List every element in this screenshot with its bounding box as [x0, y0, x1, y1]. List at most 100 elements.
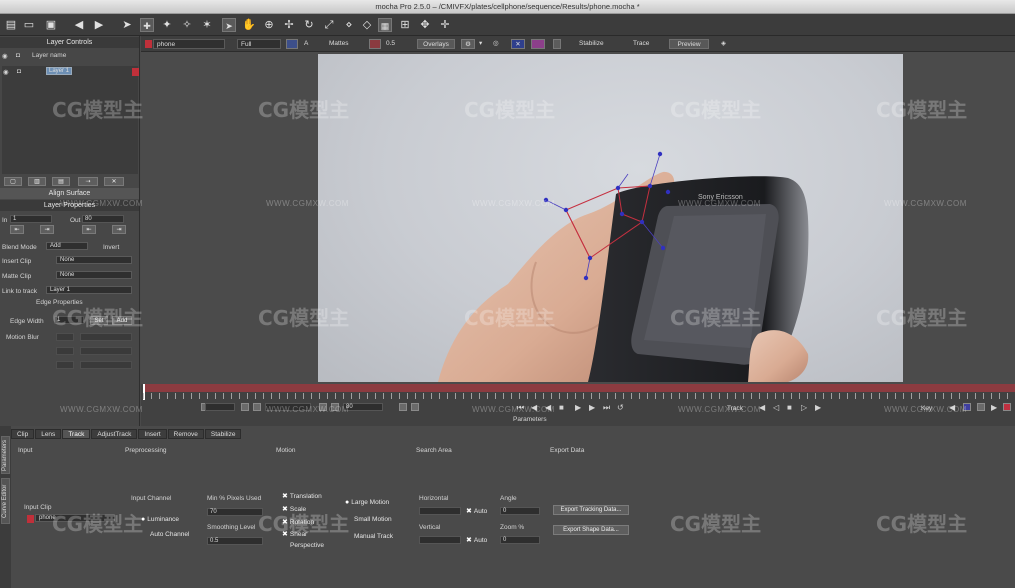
layer-lock-icon[interactable]: ◘: [17, 68, 21, 75]
horizontal-field[interactable]: [419, 507, 461, 515]
new-project-icon[interactable]: ▤: [4, 18, 18, 32]
input-clip-select[interactable]: phone: [35, 514, 115, 522]
add-edge-button[interactable]: Add: [112, 316, 132, 325]
rotation-checkbox[interactable]: ✖ Rotation: [282, 518, 314, 526]
set-in-button[interactable]: ⇤: [10, 225, 24, 234]
loop-icon[interactable]: ↺: [617, 403, 624, 412]
goto-start-icon[interactable]: ⏮: [517, 403, 524, 413]
current-frame-field[interactable]: 80: [343, 403, 383, 411]
angle-field[interactable]: 0: [500, 507, 540, 515]
keyframe-color-button[interactable]: [1003, 403, 1011, 411]
fit-range-button[interactable]: [399, 403, 407, 411]
set-in-point-button[interactable]: [241, 403, 249, 411]
play-forward-icon[interactable]: ▶: [575, 403, 581, 412]
perspective-tool-icon[interactable]: ◇: [360, 18, 374, 32]
add-layer-button[interactable]: ▢: [4, 177, 22, 186]
diamond-icon[interactable]: ◈: [721, 39, 731, 49]
zoom-field[interactable]: 0: [500, 536, 540, 544]
track-stop-icon[interactable]: ■: [787, 403, 792, 412]
play-backward-icon[interactable]: ◀: [545, 403, 551, 412]
matte-color-button[interactable]: [369, 39, 381, 49]
move-tool-icon[interactable]: ✥: [418, 18, 432, 32]
tab-remove[interactable]: Remove: [167, 429, 204, 439]
motion-blur-checkbox[interactable]: Motion Blur: [6, 334, 39, 341]
pointer-tool-icon[interactable]: ➤: [120, 18, 134, 32]
track-back-frame-icon[interactable]: ◁: [773, 403, 779, 412]
scale-tool-icon[interactable]: ⤢: [322, 18, 336, 32]
step-back-icon[interactable]: ◀: [531, 403, 537, 412]
export-shape-button[interactable]: Export Shape Data...: [553, 525, 629, 535]
timeline-ruler[interactable]: [143, 393, 1015, 399]
fit-all-button[interactable]: [411, 403, 419, 411]
set-edge-button[interactable]: Set: [90, 316, 108, 325]
add-xspline-icon[interactable]: ✦: [160, 18, 174, 32]
out-field[interactable]: 80: [82, 215, 124, 223]
track-forward-icon[interactable]: ▶: [815, 403, 821, 412]
min-pixels-field[interactable]: 70: [207, 508, 263, 516]
perspective-checkbox[interactable]: Perspective: [290, 542, 324, 549]
invert-checkbox[interactable]: Invert: [103, 244, 119, 251]
goto-end-icon[interactable]: ⏭: [603, 403, 610, 413]
horizontal-auto-checkbox[interactable]: ✖ Auto: [466, 507, 487, 515]
large-motion-radio[interactable]: ● Large Motion: [345, 499, 389, 506]
stop-icon[interactable]: ■: [559, 403, 564, 412]
link-to-track-select[interactable]: Layer 1: [46, 286, 132, 294]
lock-icon[interactable]: ◘: [16, 52, 20, 59]
overlay-options-button[interactable]: ⚙: [461, 39, 475, 49]
overlays-button[interactable]: Overlays: [417, 39, 455, 49]
preview-button[interactable]: Preview: [669, 39, 709, 49]
delete-key-button[interactable]: [977, 403, 985, 411]
side-tab-parameters[interactable]: Parameters: [1, 436, 10, 474]
luminance-radio[interactable]: ● Luminance: [141, 516, 179, 523]
add-key-button[interactable]: [963, 403, 971, 411]
add-bezier-icon[interactable]: ✶: [200, 18, 214, 32]
tab-insert[interactable]: Insert: [138, 429, 167, 439]
open-project-icon[interactable]: ▭: [22, 18, 36, 32]
in-field[interactable]: 1: [10, 215, 52, 223]
merge-layer-button[interactable]: ⇢: [78, 177, 98, 186]
small-motion-radio[interactable]: Small Motion: [354, 516, 392, 523]
translation-checkbox[interactable]: ✖ Translation: [282, 492, 322, 500]
tab-clip[interactable]: Clip: [11, 429, 35, 439]
layer-color-swatch[interactable]: [132, 68, 139, 76]
goto-out-button[interactable]: ⇥: [112, 225, 126, 234]
next-key-icon[interactable]: ▶: [991, 403, 997, 412]
tab-track[interactable]: Track: [62, 429, 91, 439]
edge-width-field[interactable]: 1: [54, 316, 84, 324]
trails-button[interactable]: [553, 39, 561, 49]
goto-out-point-button[interactable]: [331, 403, 339, 411]
surface-tool-icon[interactable]: ▦: [378, 18, 392, 32]
select-tool-icon[interactable]: ➤: [222, 18, 236, 32]
view-color-button[interactable]: [286, 39, 298, 49]
snapshot-icon[interactable]: ◎: [493, 39, 505, 49]
range-field[interactable]: [265, 403, 311, 411]
rotate-tool-icon[interactable]: ↻: [302, 18, 316, 32]
shear-tool-icon[interactable]: ⋄: [342, 18, 356, 32]
layer-visibility-icon[interactable]: ◉: [3, 68, 9, 76]
trace-button[interactable]: Trace: [633, 39, 659, 49]
visibility-icon[interactable]: ◉: [2, 52, 8, 60]
export-tracking-button[interactable]: Export Tracking Data...: [553, 505, 629, 515]
auto-channel-radio[interactable]: Auto Channel: [150, 531, 189, 538]
layer-settings-button[interactable]: ▤: [52, 177, 70, 186]
side-tab-curve-editor[interactable]: Curve Editor: [1, 478, 10, 524]
insert-clip-select[interactable]: None: [56, 256, 132, 264]
opacity-value[interactable]: 0.5: [386, 39, 402, 49]
shear-checkbox[interactable]: ✖ Shear: [282, 530, 307, 538]
mattes-label[interactable]: Mattes: [329, 39, 359, 49]
blend-mode-select[interactable]: Add: [46, 242, 88, 250]
track-backward-icon[interactable]: ◀: [759, 403, 765, 412]
save-project-icon[interactable]: ▣: [44, 18, 58, 32]
duplicate-layer-button[interactable]: ▥: [28, 177, 46, 186]
scale-checkbox[interactable]: ✖ Scale: [282, 505, 306, 513]
grid-tool-icon[interactable]: ⊞: [398, 18, 412, 32]
prev-key-icon[interactable]: ◀: [949, 403, 955, 412]
in-point-field[interactable]: [205, 403, 235, 411]
grid-overlay-button[interactable]: ✕: [511, 39, 525, 49]
undo-icon[interactable]: ◀: [72, 18, 86, 32]
mask-overlay-button[interactable]: [531, 39, 545, 49]
tab-lens[interactable]: Lens: [35, 429, 62, 439]
tab-stabilize[interactable]: Stabilize: [204, 429, 242, 439]
align-surface-button[interactable]: Align Surface: [0, 188, 139, 199]
bezier-tool-icon[interactable]: ✧: [180, 18, 194, 32]
